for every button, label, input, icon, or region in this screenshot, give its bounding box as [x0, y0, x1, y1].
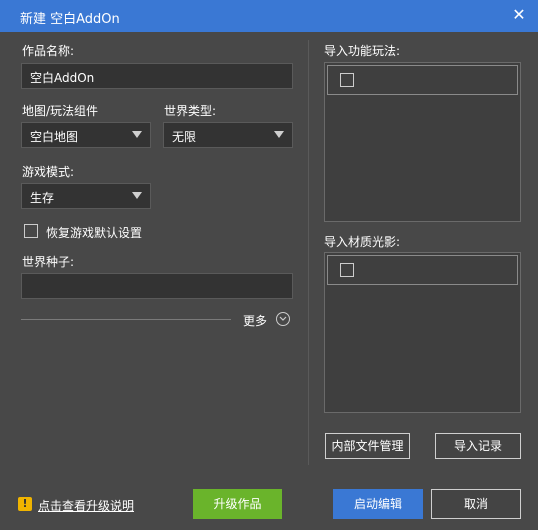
- reset-defaults-checkbox[interactable]: [24, 224, 38, 238]
- game-mode-label: 游戏模式:: [22, 165, 75, 179]
- map-select[interactable]: 空白地图: [21, 122, 151, 148]
- name-input-value: 空白AddOn: [30, 71, 95, 85]
- name-label: 作品名称:: [22, 44, 75, 58]
- reset-defaults-label: 恢复游戏默认设置: [46, 226, 143, 240]
- launch-edit-button[interactable]: 启动编辑: [333, 489, 423, 519]
- more-divider: [21, 319, 231, 320]
- list-item[interactable]: [327, 65, 518, 95]
- cancel-button[interactable]: 取消: [431, 489, 521, 519]
- resource-pack-checkbox[interactable]: [340, 263, 354, 277]
- new-addon-dialog: 新建 空白AddOn ✕ 作品名称: 空白AddOn 地图/玩法组件 世界类型:…: [0, 0, 538, 530]
- world-type-select-value: 无限: [172, 130, 197, 144]
- behavior-pack-checkbox[interactable]: [340, 73, 354, 87]
- import-log-button[interactable]: 导入记录: [435, 433, 521, 459]
- file-manager-button[interactable]: 内部文件管理: [325, 433, 410, 459]
- name-input[interactable]: 空白AddOn: [21, 63, 293, 89]
- map-select-value: 空白地图: [30, 130, 79, 144]
- import-resource-label: 导入材质光影:: [324, 235, 401, 249]
- column-divider: [308, 40, 309, 465]
- close-icon[interactable]: ✕: [510, 6, 528, 24]
- import-behavior-label: 导入功能玩法:: [324, 44, 401, 58]
- upgrade-button[interactable]: 升级作品: [193, 489, 282, 519]
- dialog-title: 新建 空白AddOn: [20, 12, 120, 27]
- warning-icon: !: [18, 497, 32, 511]
- world-type-label: 世界类型:: [164, 104, 217, 118]
- chevron-down-icon: [132, 192, 142, 199]
- chevron-down-icon: [132, 131, 142, 138]
- chevron-down-icon: [274, 131, 284, 138]
- upgrade-info-link[interactable]: 点击查看升级说明: [38, 497, 134, 514]
- seed-input[interactable]: [21, 273, 293, 299]
- seed-label: 世界种子:: [22, 255, 75, 269]
- world-type-select[interactable]: 无限: [163, 122, 293, 148]
- map-label: 地图/玩法组件: [22, 104, 99, 118]
- title-bar: 新建 空白AddOn ✕: [0, 0, 538, 32]
- more-toggle-label[interactable]: 更多: [243, 312, 267, 329]
- chevron-down-circle-icon[interactable]: [276, 312, 290, 326]
- game-mode-select[interactable]: 生存: [21, 183, 151, 209]
- list-item[interactable]: [327, 255, 518, 285]
- game-mode-select-value: 生存: [30, 191, 55, 205]
- resource-pack-list[interactable]: [324, 252, 521, 413]
- behavior-pack-list[interactable]: [324, 62, 521, 222]
